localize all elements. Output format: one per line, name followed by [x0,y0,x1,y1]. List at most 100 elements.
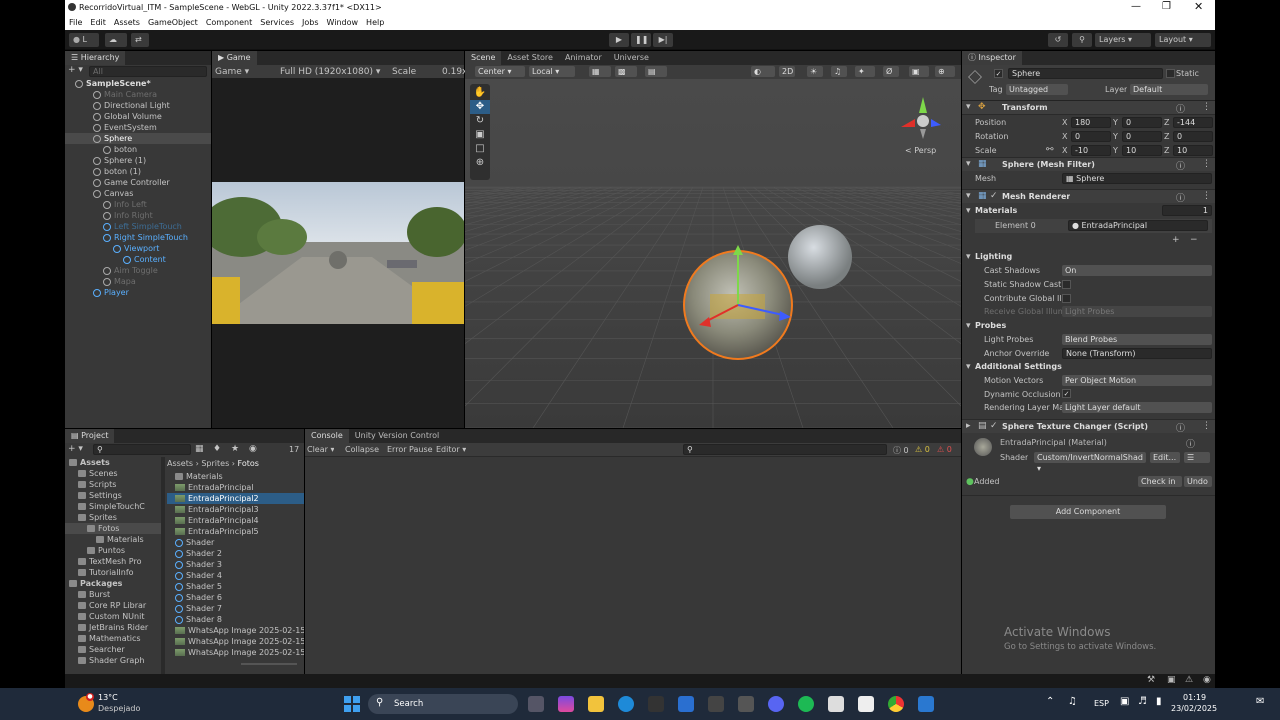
minimize-icon[interactable]: — [1131,1,1141,12]
receive-gi-dropdown[interactable]: Light Probes [1062,306,1212,317]
language-indicator[interactable]: ESP [1094,699,1109,708]
static-shadow-checkbox[interactable] [1062,280,1071,289]
clock-time[interactable]: 01:19 [1183,693,1206,702]
hierarchy-item[interactable]: Main Camera [65,89,211,100]
folder-tree-item[interactable]: Fotos [65,523,161,534]
play-button[interactable]: ▶ [609,33,629,47]
collapse-button[interactable]: Collapse [345,445,379,454]
menu-item-gameobject[interactable]: GameObject [148,18,198,27]
shading-icon[interactable]: ◐ [751,66,775,77]
scale-tool-icon[interactable]: ▣ [470,128,490,142]
folder-tree-item[interactable]: Custom NUnit [65,611,161,622]
file-explorer-icon[interactable] [588,696,604,712]
anchor-field[interactable]: None (Transform) [1062,348,1212,359]
asset-item[interactable]: WhatsApp Image 2025-02-15 [167,625,304,636]
microphone-icon[interactable]: ♫ [1068,696,1077,707]
label-filter-icon[interactable]: ♦ [213,444,221,454]
folder-tree-item[interactable]: SimpleTouchC [65,501,161,512]
folder-tree-item[interactable]: Puntos [65,545,161,556]
effects-icon[interactable]: ✦ [855,66,875,77]
transform-tool-icon[interactable]: ⊕ [470,156,490,170]
tab-animator[interactable]: Animator [559,51,608,65]
unity-editor-icon[interactable] [858,696,874,712]
breadcrumb-item[interactable]: Fotos [238,459,259,468]
hierarchy-item[interactable]: Player [65,287,211,298]
editor-dropdown[interactable]: Editor ▾ [436,445,466,454]
rect-tool-icon[interactable]: □ [470,142,490,156]
game-view-image[interactable] [212,182,464,324]
grid-snap-icon[interactable]: ▦ [589,66,611,77]
script-header[interactable]: ▸ ▤ ✓ Sphere Texture Changer (Script) ⓘ … [962,419,1215,434]
hierarchy-item[interactable]: boton (1) [65,166,211,177]
tab-console[interactable]: Console [305,429,349,443]
hand-tool-icon[interactable]: ✋ [470,86,490,100]
object-name-field[interactable]: Sphere [1008,68,1163,79]
folder-tree-item[interactable]: Burst [65,589,161,600]
filter-icon[interactable]: ▦ [195,444,204,454]
folder-tree-item[interactable]: Settings [65,490,161,501]
error-pause-button[interactable]: Error Pause [387,445,433,454]
folder-tree-item[interactable]: Sprites [65,512,161,523]
mail-icon[interactable] [738,696,754,712]
help-icon[interactable]: ⓘ [1176,102,1185,115]
tab-unity-version-control[interactable]: Unity Version Control [349,429,445,443]
scale-y-field[interactable]: 10 [1122,145,1162,156]
menu-item-jobs[interactable]: Jobs [302,18,319,27]
layer-dropdown[interactable]: Default [1130,84,1208,95]
menu-item-help[interactable]: Help [366,18,384,27]
clock-date[interactable]: 23/02/2025 [1171,704,1217,713]
active-checkbox[interactable]: ✓ [994,69,1003,78]
warning-count-button[interactable]: ⚠ 0 [915,445,930,454]
help-icon[interactable]: ⓘ [1176,421,1185,434]
asset-item[interactable]: EntradaPrincipal5 [167,526,304,537]
gizmos-icon[interactable]: ⊕ [935,66,955,77]
shader-menu-button[interactable]: ☰ [1184,452,1210,463]
windows-start-icon[interactable] [344,696,360,712]
search-icon[interactable]: ⚲ [1072,33,1092,47]
mesh-filter-header[interactable]: ▾ ▦ Sphere (Mesh Filter) ⓘ ⋮ [962,157,1215,172]
asset-item[interactable]: Shader [167,537,304,548]
mesh-renderer-header[interactable]: ▾ ▦ ✓ Mesh Renderer ⓘ ⋮ [962,189,1215,204]
notifications-icon[interactable]: ✉ [1256,696,1264,707]
mode-2d-button[interactable]: 2D [779,66,795,77]
cast-shadows-dropdown[interactable]: On [1062,265,1212,276]
tab-hierarchy[interactable]: ☰ Hierarchy [65,51,126,65]
tab-universe[interactable]: Universe [608,51,655,65]
folder-tree-item[interactable]: TutorialInfo [65,567,161,578]
scale-link-icon[interactable]: ⚯ [1046,145,1054,155]
tab-scene[interactable]: Scene [465,51,502,65]
maximize-icon[interactable]: ❐ [1162,1,1171,12]
menu-item-file[interactable]: File [69,18,82,27]
script-enable-checkbox[interactable]: ✓ [990,421,998,431]
scene-root[interactable]: SampleScene* [65,78,211,89]
layout-dropdown[interactable]: Layout ▾ [1155,33,1211,47]
scale-z-field[interactable]: 10 [1173,145,1213,156]
lighting-toggle-icon[interactable]: ☀ [807,66,823,77]
asset-item[interactable]: Shader 4 [167,570,304,581]
tree-scrollbar[interactable] [161,457,165,674]
menu-item-edit[interactable]: Edit [90,18,106,27]
network-icon[interactable]: ▣ [1120,696,1129,707]
vscode-icon[interactable] [918,696,934,712]
collab-status-icon[interactable]: ◉ [1203,675,1211,685]
add-element-icon[interactable]: + [1172,235,1180,245]
progress-icon[interactable]: ⚒ [1147,675,1155,685]
folder-tree-item[interactable]: Packages [65,578,161,589]
menu-item-window[interactable]: Window [327,18,359,27]
menu-item-assets[interactable]: Assets [114,18,140,27]
audio-toggle-icon[interactable]: ♫ [831,66,847,77]
hierarchy-item[interactable]: Viewport [65,243,211,254]
tab-inspector[interactable]: ⓘ Inspector [962,51,1022,65]
favorite-icon[interactable]: ★ [231,444,239,454]
asset-item[interactable]: Materials [167,471,304,482]
more-icon[interactable]: ⋮ [1202,102,1211,112]
rendering-layer-dropdown[interactable]: Light Layer default [1062,402,1212,413]
rotate-tool-icon[interactable]: ↻ [470,114,490,128]
camera-settings-icon[interactable]: ▣ [909,66,929,77]
hierarchy-item[interactable]: Game Controller [65,177,211,188]
hidden-objects-icon[interactable]: Ø [883,66,899,77]
menu-item-component[interactable]: Component [206,18,252,27]
display-dropdown[interactable]: Game ▾ [215,67,273,77]
asset-item[interactable]: WhatsApp Image 2025-02-15 [167,647,304,658]
discord-icon[interactable] [768,696,784,712]
